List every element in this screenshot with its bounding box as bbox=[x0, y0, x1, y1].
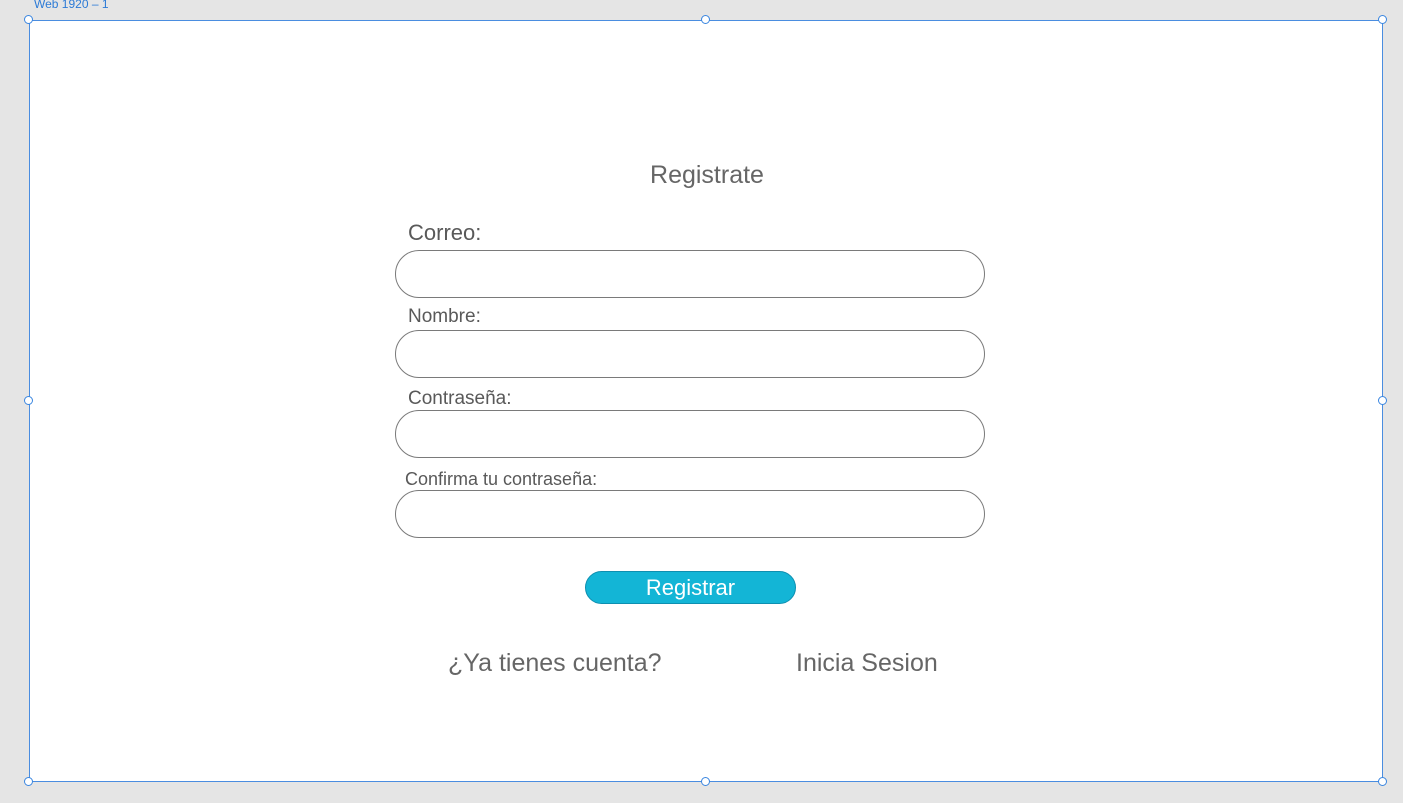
page-title: Registrate bbox=[650, 161, 764, 189]
artboard-label: Web 1920 – 1 bbox=[34, 0, 109, 11]
login-link[interactable]: Inicia Sesion bbox=[796, 649, 938, 678]
resize-handle-left[interactable] bbox=[24, 396, 33, 405]
email-label: Correo: bbox=[408, 220, 482, 245]
name-field[interactable] bbox=[395, 330, 985, 378]
confirm-password-field[interactable] bbox=[395, 490, 985, 538]
resize-handle-top[interactable] bbox=[701, 15, 710, 24]
password-label: Contraseña: bbox=[408, 388, 512, 409]
resize-handle-bottom-left[interactable] bbox=[24, 777, 33, 786]
register-button[interactable]: Registrar bbox=[585, 571, 796, 604]
resize-handle-right[interactable] bbox=[1378, 396, 1387, 405]
name-label: Nombre: bbox=[408, 306, 481, 327]
resize-handle-bottom[interactable] bbox=[701, 777, 710, 786]
password-field[interactable] bbox=[395, 410, 985, 458]
have-account-text: ¿Ya tienes cuenta? bbox=[448, 649, 662, 677]
resize-handle-top-left[interactable] bbox=[24, 15, 33, 24]
artboard: Registrate Correo: Nombre: Contraseña: C… bbox=[29, 20, 1383, 782]
email-field[interactable] bbox=[395, 250, 985, 298]
resize-handle-top-right[interactable] bbox=[1378, 15, 1387, 24]
resize-handle-bottom-right[interactable] bbox=[1378, 777, 1387, 786]
confirm-password-label: Confirma tu contraseña: bbox=[405, 469, 598, 489]
